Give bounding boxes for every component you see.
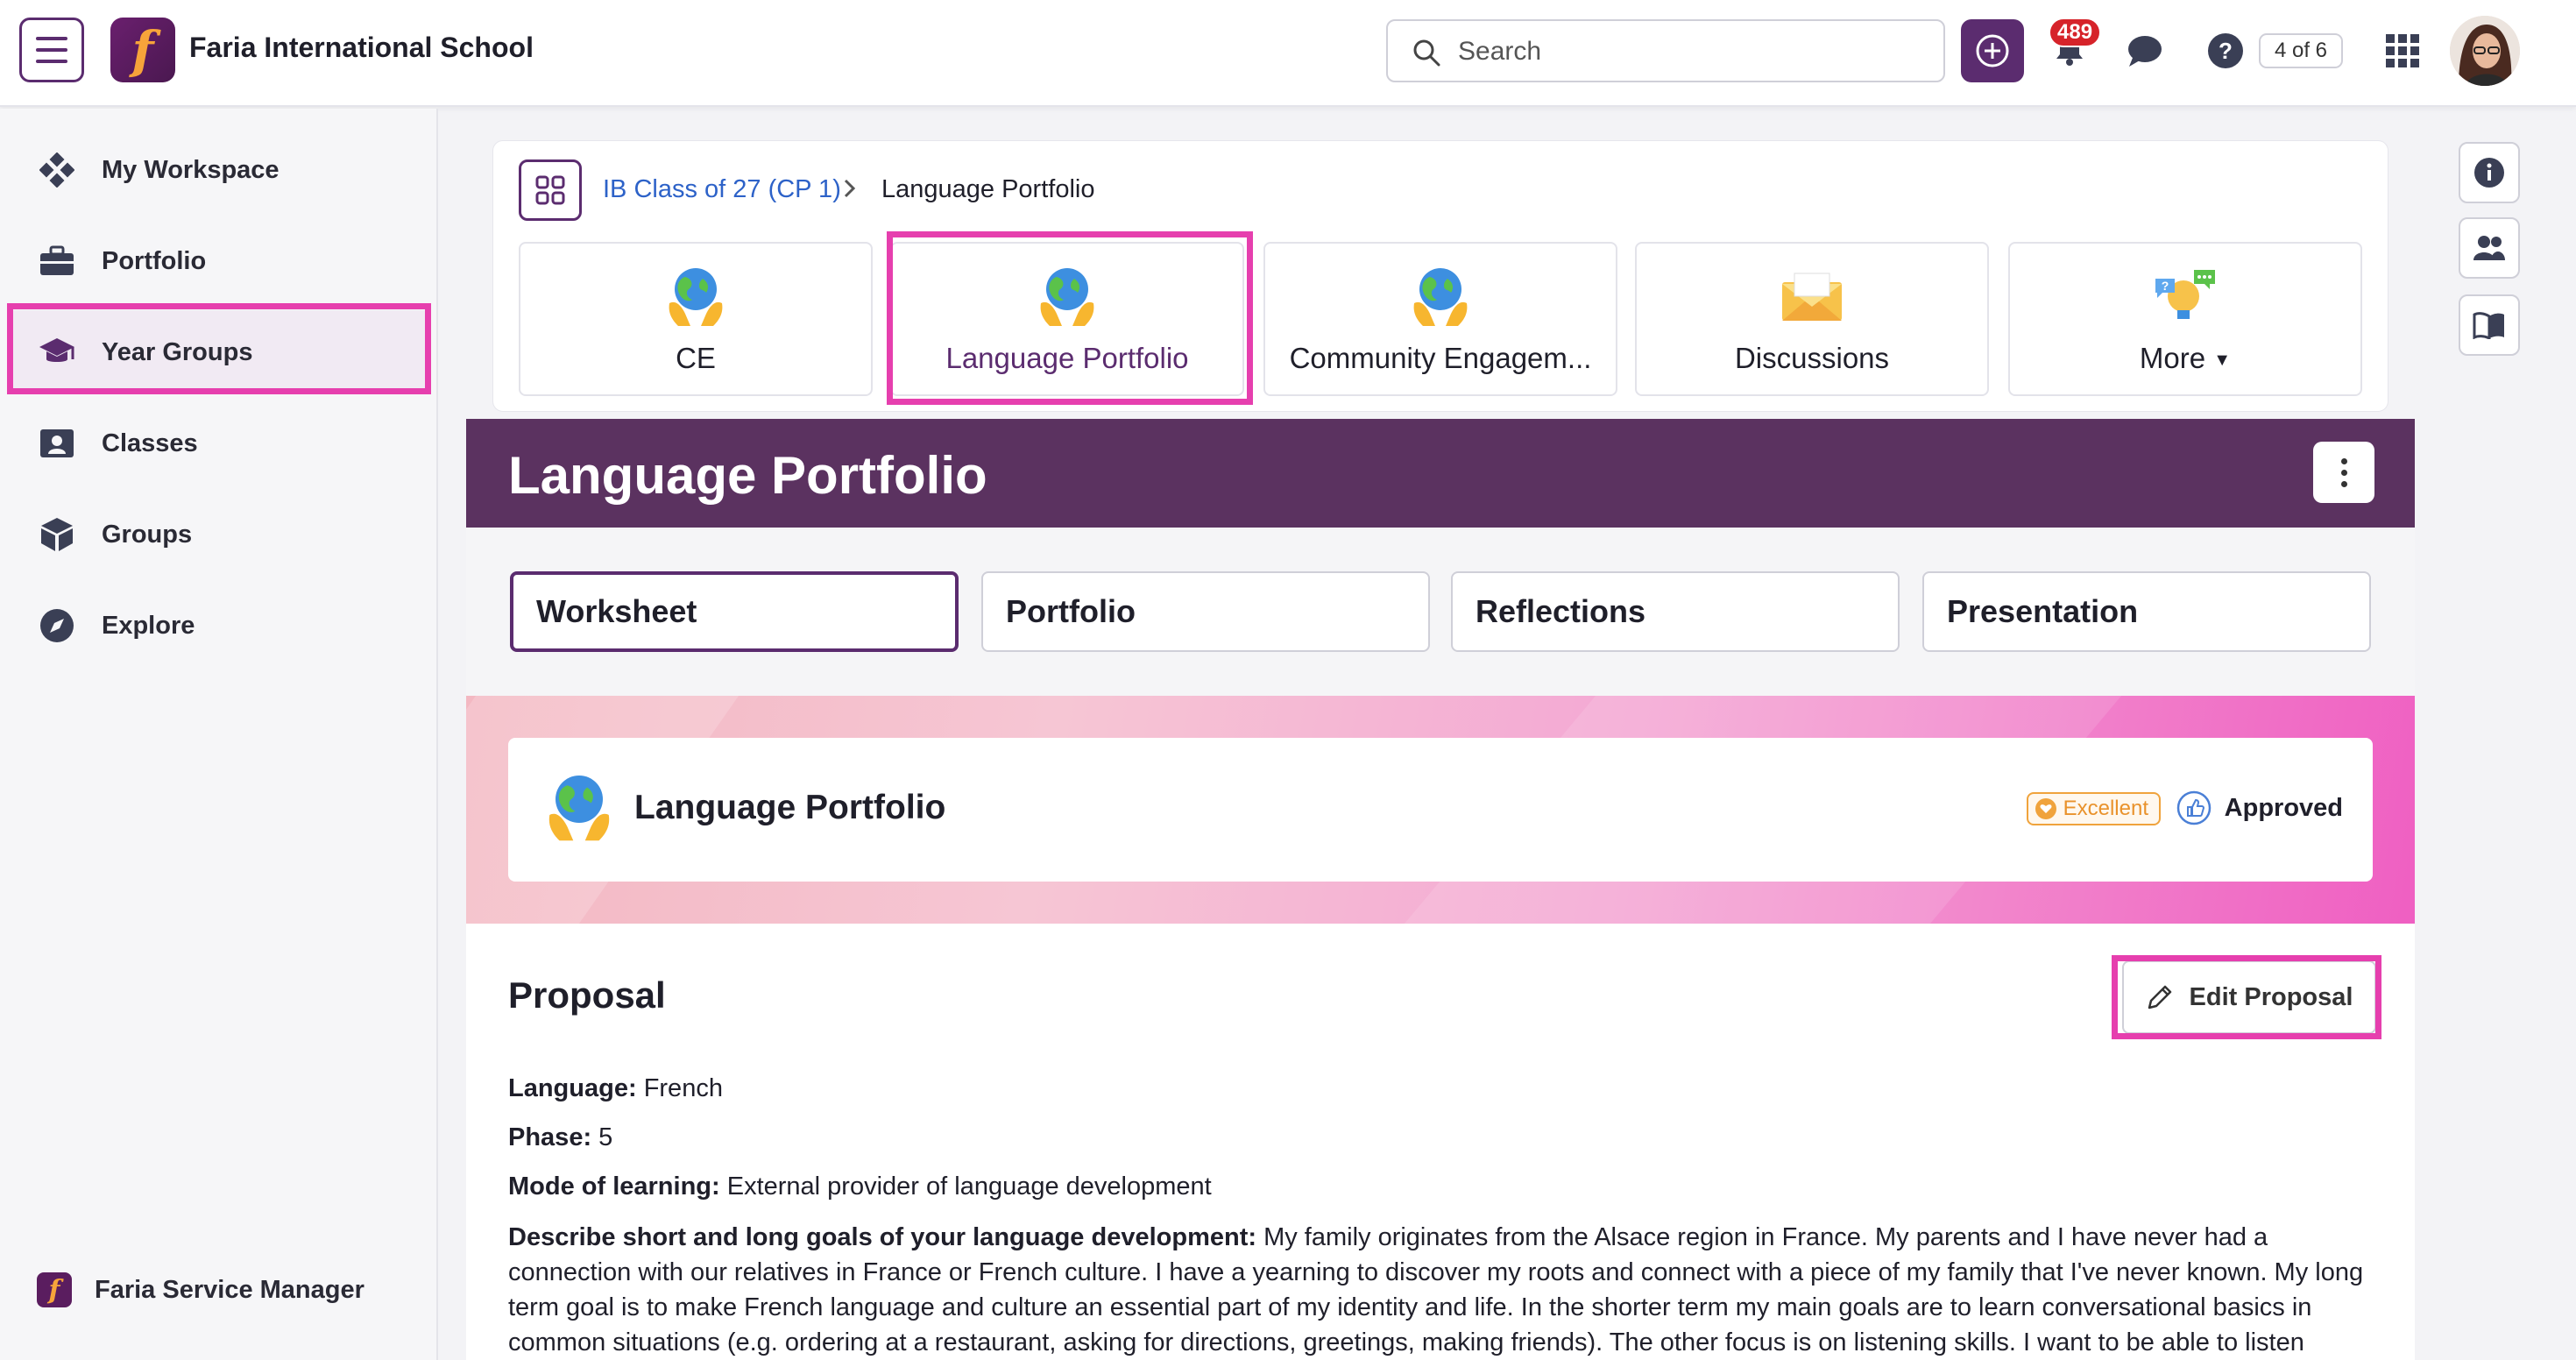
book-icon [2473,312,2504,339]
ideas-icon: ? [2155,270,2215,319]
workspace-icon [37,150,77,190]
approval-status: Approved [2224,794,2343,822]
breadcrumb-current: Language Portfolio [881,175,1095,203]
page-counter[interactable]: 4 of 6 [2259,33,2343,68]
sidebar-item-label: Explore [102,611,195,640]
page-title: Language Portfolio [508,446,987,505]
faria-service-manager-link[interactable]: f Faria Service Manager [37,1272,364,1307]
sidebar-item-label: Groups [102,520,193,549]
tile-label: Discussions [1734,342,1890,374]
tab-presentation[interactable]: Presentation [1922,571,2371,652]
briefcase-icon [37,241,77,281]
cube-icon [37,514,77,555]
sidebar-item-label: Classes [102,429,198,457]
tab-worksheet[interactable]: Worksheet [510,571,959,652]
year-groups-highlight [7,303,431,394]
tile-community-engagement[interactable]: Community Engagem... [1263,242,1617,396]
sidebar-item-my-workspace[interactable]: My Workspace [9,128,429,212]
globe-hands-icon [548,776,610,841]
envelope-icon [1782,273,1842,321]
proposal-heading: Proposal [508,974,666,1016]
chat-bubble-icon [2128,36,2162,67]
faria-mini-logo-icon: f [37,1272,72,1307]
guide-button[interactable] [2459,294,2520,356]
classes-icon [37,423,77,464]
info-button[interactable] [2459,142,2520,203]
breadcrumb-link[interactable]: IB Class of 27 (CP 1) [603,175,841,204]
field-value: External provider of language developmen… [726,1172,1212,1201]
globe-hands-icon [669,268,723,326]
user-avatar[interactable] [2450,16,2520,86]
excellent-badge: Excellent [2026,792,2161,825]
globe-hands-icon [1413,268,1468,326]
search-box[interactable] [1386,19,1945,82]
sidebar-item-portfolio[interactable]: Portfolio [9,219,429,303]
language-portfolio-tile-highlight [887,231,1253,405]
thumbs-up-icon [2176,790,2212,825]
help-button[interactable]: ? [2201,26,2250,75]
search-icon [1413,39,1440,67]
tile-label: More ▼ [2010,342,2360,375]
language-field: Language: French [508,1074,723,1103]
compass-icon [37,606,77,646]
info-icon [2474,158,2504,188]
notifications-badge: 489 [2049,18,2102,47]
top-bar: f Faria International School 489 ? 4 of … [0,0,2576,107]
faria-logo[interactable]: f [110,18,175,82]
tile-label: Community Engagem... [1289,342,1592,374]
caret-down-icon: ▼ [2213,350,2232,370]
mode-field: Mode of learning: External provider of l… [508,1172,1212,1201]
field-label: Language: [508,1074,637,1102]
apps-grid-button[interactable] [2378,26,2427,75]
heart-icon [2035,798,2056,819]
apps-grid-icon [2386,34,2419,67]
tab-portfolio[interactable]: Portfolio [981,571,1430,652]
tile-ce[interactable]: CE [519,242,873,396]
rating-label: Excellent [2063,797,2148,820]
page-header: Language Portfolio [466,419,2415,528]
tab-reflections[interactable]: Reflections [1451,571,1900,652]
breadcrumb-home-button[interactable] [519,159,582,221]
field-label: Mode of learning: [508,1172,720,1201]
kebab-menu-button[interactable] [2313,442,2374,503]
field-value: 5 [598,1123,613,1151]
svg-text:?: ? [2219,38,2233,64]
field-value: French [643,1074,723,1102]
people-icon [2473,236,2505,260]
sidebar-item-classes[interactable]: Classes [9,401,429,485]
more-label: More [2139,342,2206,374]
hamburger-menu-button[interactable] [19,18,84,82]
tile-label: CE [676,342,716,374]
plus-circle-icon [1976,34,2009,67]
svg-text:?: ? [2162,279,2169,293]
edit-proposal-highlight [2112,955,2381,1039]
banner-card: Language Portfolio Excellent Approved [508,738,2373,882]
grid-icon [535,175,565,205]
tile-discussions[interactable]: Discussions [1635,242,1989,396]
add-button[interactable] [1961,19,2024,82]
sidebar-item-explore[interactable]: Explore [9,584,429,668]
avatar-portrait-icon [2450,16,2520,86]
sidebar-item-label: My Workspace [102,155,280,184]
footer-label: Faria Service Manager [95,1275,364,1304]
field-label: Phase: [508,1123,592,1151]
field-label: Describe short and long goals of your la… [508,1223,1257,1251]
banner-title: Language Portfolio [634,789,946,826]
messages-button[interactable] [2120,26,2169,75]
school-name: Faria International School [189,32,534,63]
chevron-right-icon [841,175,859,209]
sidebar-item-groups[interactable]: Groups [9,492,429,577]
tile-more[interactable]: ? More ▼ [2008,242,2362,396]
members-button[interactable] [2459,217,2520,279]
phase-field: Phase: 5 [508,1123,612,1152]
sidebar-item-label: Portfolio [102,246,207,275]
goals-field: Describe short and long goals of your la… [508,1220,2374,1360]
help-icon: ? [2208,33,2243,68]
search-input[interactable] [1458,33,1914,70]
